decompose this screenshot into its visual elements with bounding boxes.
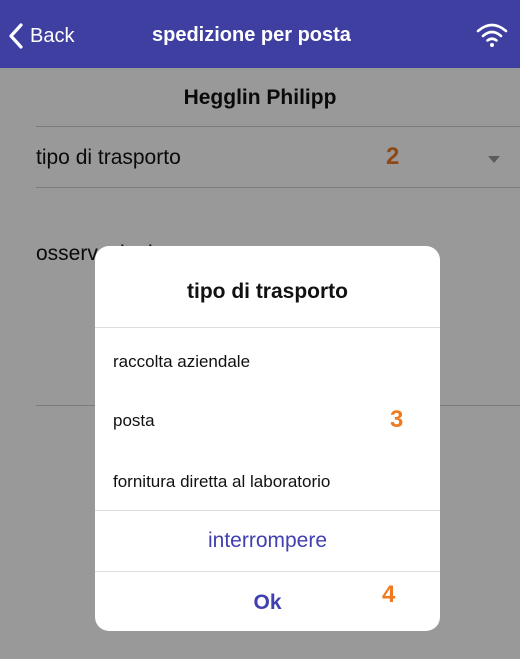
page-title: spedizione per posta <box>152 24 351 46</box>
option-fornitura-diretta[interactable]: fornitura diretta al laboratorio <box>113 472 433 492</box>
navigation-bar: Back spedizione per posta <box>0 0 520 68</box>
back-button[interactable]: Back <box>8 18 74 54</box>
back-label: Back <box>30 24 75 47</box>
step-marker-4: 4 <box>382 581 396 608</box>
chevron-left-icon <box>9 23 23 49</box>
option-raccolta-aziendale[interactable]: raccolta aziendale <box>113 352 433 372</box>
dialog-title: tipo di trasporto <box>187 280 348 303</box>
wifi-icon <box>476 23 508 47</box>
divider <box>95 327 440 328</box>
divider <box>95 510 440 511</box>
transport-type-dialog: tipo di trasporto raccolta aziendale pos… <box>95 246 440 631</box>
step-marker-3: 3 <box>390 406 404 433</box>
option-posta[interactable]: posta <box>113 411 433 431</box>
cancel-button[interactable]: interrompere <box>95 529 440 553</box>
divider <box>95 571 440 572</box>
